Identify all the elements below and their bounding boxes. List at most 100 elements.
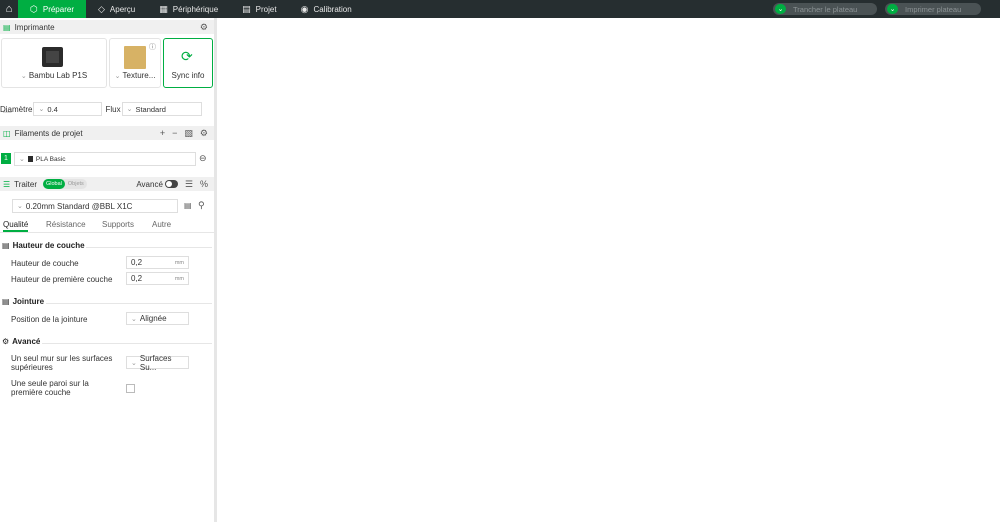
tab-label: Calibration [313, 4, 352, 14]
advanced-group-title: ⚙ Avancé [2, 337, 40, 346]
calibration-icon: ◉ [300, 3, 309, 14]
divider [46, 303, 212, 304]
seam-group-title: ▤ Jointure [2, 297, 44, 306]
chevron-down-icon[interactable]: ⌄ [887, 4, 898, 14]
layers-icon: ◇ [97, 3, 105, 14]
first-layer-single-wall-checkbox[interactable] [126, 384, 135, 393]
tab-label: Aperçu [109, 4, 136, 14]
top-surface-single-wall-value: Surfaces Su... [139, 353, 172, 372]
first-layer-height-input[interactable]: 0,2 mm [126, 272, 189, 285]
filament-row: 1 ⌄ PLA Basic ⊖ [0, 152, 214, 166]
tab-label: Préparer [42, 4, 74, 14]
process-preset-name: 0.20mm Standard @BBL X1C [25, 201, 133, 211]
chevron-down-icon: ⌄ [19, 156, 25, 163]
filaments-section-header: ◫ Filaments de projet + − ▧ ⚙ [0, 126, 214, 140]
layer-height-group-title: ▤ Hauteur de couche [2, 241, 85, 250]
sync-icon: ⟳ [181, 48, 193, 64]
tab-device[interactable]: ▦ Périphérique [147, 0, 230, 18]
process-icon: ☰ [3, 179, 11, 189]
printer-name: Bambu Lab P1S [28, 71, 88, 80]
filament-icon: ◫ [3, 128, 11, 138]
chevron-down-icon: ⌄ [131, 315, 137, 323]
layer-height-label: Hauteur de couche [11, 259, 79, 268]
printer-card[interactable]: ⌄ Bambu Lab P1S [1, 38, 107, 88]
toggle-objects[interactable]: Objets [65, 179, 87, 189]
top-surface-single-wall-select[interactable]: ⌄ Surfaces Su... [126, 353, 189, 372]
tab-quality[interactable]: Qualité [3, 220, 29, 232]
search-icon[interactable]: ⚲ [198, 200, 205, 211]
chevron-down-icon: ⌄ [114, 73, 121, 80]
tab-supports[interactable]: Supports [102, 220, 134, 229]
plate-canvas[interactable] [217, 18, 1000, 522]
tab-preview[interactable]: ◇ Aperçu [86, 0, 147, 18]
diameter-value: 0.4 [47, 104, 58, 114]
sync-info-label: Sync info [171, 71, 205, 80]
edit-filament-icon[interactable]: ▧ [184, 128, 193, 139]
advanced-toggle[interactable]: Avancé [136, 180, 178, 189]
filament-color-swatch[interactable] [27, 156, 33, 162]
filament-select[interactable]: ⌄ PLA Basic [14, 152, 196, 166]
diameter-select[interactable]: ⌄ 0.4 [33, 102, 103, 116]
seam-position-value: Alignée [139, 314, 167, 323]
flow-select[interactable]: ⌄ Standard [121, 102, 202, 116]
unit-label: mm [174, 259, 184, 266]
tab-label: Périphérique [172, 4, 219, 14]
section-title: Filaments de projet [14, 128, 83, 138]
tab-prepare[interactable]: ⬡ Préparer [18, 0, 86, 18]
slice-plate-label: Trancher le plateau [793, 4, 858, 14]
printer-section-header: ▤ Imprimante ⚙ [0, 20, 214, 34]
edit-icon[interactable]: ⊖ [199, 153, 207, 164]
tab-project[interactable]: ▤ Projet [230, 0, 288, 18]
project-icon: ▤ [242, 3, 251, 14]
section-title: Imprimante [14, 22, 55, 32]
chevron-down-icon: ⌄ [126, 106, 133, 113]
first-layer-height-label: Hauteur de première couche [11, 275, 113, 284]
printer-icon: ▤ [3, 22, 11, 32]
cube-icon: ⬡ [30, 3, 38, 14]
first-layer-single-wall-label: Une seule paroi sur la première couche [11, 379, 89, 397]
gear-icon[interactable]: ⚙ [200, 22, 208, 33]
slice-plate-button[interactable]: ⌄ Trancher le plateau [773, 3, 877, 15]
global-objects-toggle[interactable]: Global Objets [43, 179, 87, 189]
minus-icon[interactable]: − [172, 128, 177, 138]
label-line: première couche [11, 388, 71, 397]
printer-card-label: ⌄ Bambu Lab P1S [2, 71, 106, 80]
gear-icon[interactable]: ⚙ [200, 128, 208, 139]
seam-icon: ▤ [2, 297, 10, 306]
percent-icon[interactable]: % [200, 179, 208, 189]
sync-info-button[interactable]: ⟳ Sync info [163, 38, 213, 88]
tab-strength[interactable]: Résistance [46, 220, 86, 229]
toggle-global[interactable]: Global [43, 179, 65, 189]
seam-position-select[interactable]: ⌄ Alignée [126, 312, 189, 325]
advanced-switch[interactable] [164, 180, 178, 188]
layer-height-input[interactable]: 0,2 mm [126, 256, 189, 269]
tab-label: Projet [255, 4, 277, 14]
layer-height-value: 0,2 [131, 258, 143, 267]
process-preset-select[interactable]: ⌄ 0.20mm Standard @BBL X1C [12, 199, 178, 213]
chevron-down-icon: ⌄ [20, 73, 27, 80]
nozzle-row: Diamètre ⌄ 0.4 Flux ⌄ Standard [0, 102, 202, 116]
chevron-down-icon[interactable]: ⌄ [775, 4, 786, 14]
divider [86, 247, 212, 248]
label-line: supérieures [11, 363, 53, 372]
chevron-down-icon: ⌄ [38, 106, 45, 113]
home-icon[interactable]: ⌂ [0, 0, 18, 18]
print-plate-button[interactable]: ⌄ Imprimer plateau [885, 3, 981, 15]
top-surface-single-wall-label: Un seul mur sur les surfaces supérieures [11, 354, 112, 372]
list-icon[interactable]: ☰ [185, 179, 193, 190]
printer-image [42, 47, 63, 67]
filament-name: PLA Basic [35, 155, 66, 163]
plus-icon[interactable]: + [160, 128, 165, 138]
tab-other[interactable]: Autre [152, 220, 171, 229]
plate-card[interactable]: ⓘ ⌄ Texture... [109, 38, 161, 88]
chevron-down-icon: ⌄ [131, 359, 137, 367]
save-icon[interactable]: ▤ [184, 201, 192, 210]
plate-card-label: ⌄ Texture... [110, 71, 160, 80]
tab-calibration[interactable]: ◉ Calibration [289, 0, 364, 18]
sidebar: ▤ Imprimante ⚙ ⌄ Bambu Lab P1S ⓘ ⌄ Textu… [0, 18, 214, 522]
info-icon[interactable]: ⓘ [149, 42, 156, 52]
process-tabs: Qualité Résistance Supports Autre [0, 217, 214, 233]
device-icon: ▦ [159, 3, 168, 14]
section-title: Traiter [14, 179, 37, 189]
group-title: Hauteur de couche [12, 241, 85, 250]
